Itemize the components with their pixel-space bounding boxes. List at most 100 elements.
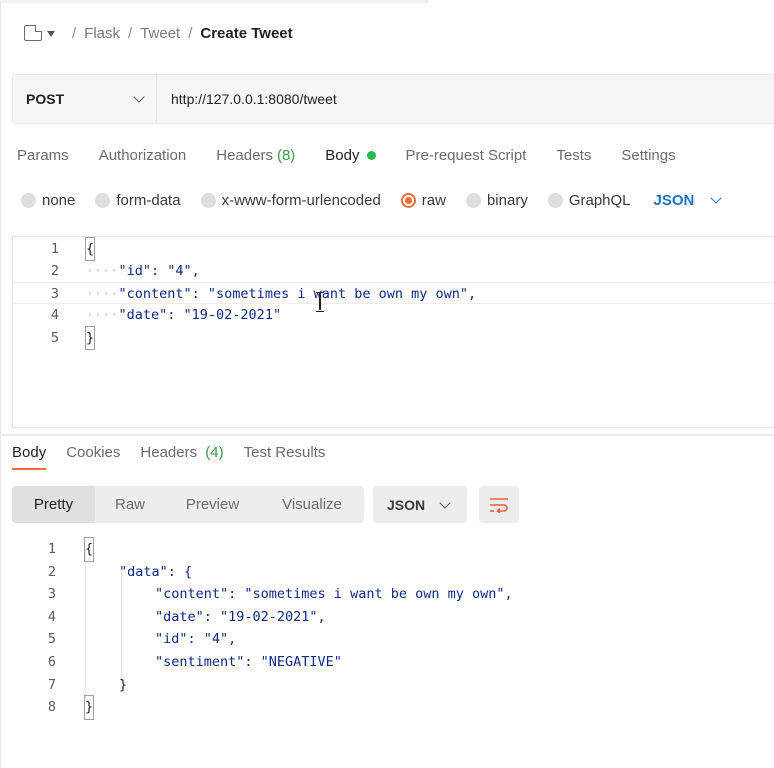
radio-graphql[interactable]: GraphQL (547, 191, 631, 209)
code-line: 7 } (12, 674, 774, 697)
chevron-down-icon (133, 91, 145, 103)
radio-label: binary (486, 191, 528, 209)
radio-circle-selected[interactable] (400, 192, 416, 208)
request-name[interactable]: Create Tweet (200, 25, 292, 42)
response-body-viewer[interactable]: 1 { 2 "data": { 3 "content": "sometimes … (12, 536, 774, 768)
radio-circle[interactable] (95, 192, 111, 208)
radio-label: GraphQL (568, 191, 631, 209)
line-number: 4 (50, 307, 59, 323)
dropdown-caret-icon[interactable] (47, 30, 55, 37)
method-select[interactable]: POST (13, 75, 157, 123)
code-line: 1 { (12, 537, 774, 562)
code-text: { (84, 237, 96, 261)
indent-dots: ···· (86, 286, 119, 302)
request-bar: POST http://127.0.0.1:8080/tweet (12, 74, 774, 124)
tab-params[interactable]: Params (17, 147, 69, 164)
tab-response-headers[interactable]: Headers (4) (140, 444, 223, 468)
wrap-lines-icon (490, 497, 508, 513)
code-line: 1 { (13, 237, 774, 261)
radio-circle[interactable] (21, 192, 36, 208)
line-number: 4 (47, 608, 56, 625)
radio-label: raw (421, 191, 446, 209)
breadcrumb-separator: / (188, 24, 193, 42)
body-format-label: JSON (653, 191, 695, 209)
view-visualize[interactable]: Visualize (260, 486, 364, 523)
breadcrumb-collection[interactable]: Flask (84, 25, 120, 42)
code-text: ····"id": "4", (86, 260, 200, 282)
url-input[interactable]: http://127.0.0.1:8080/tweet (157, 75, 774, 123)
tab-tests[interactable]: Tests (556, 147, 591, 164)
tab-label: Test Results (243, 444, 326, 461)
radio-form-data[interactable]: form-data (95, 191, 181, 209)
open-tab-edge[interactable] (427, 0, 774, 3)
response-tabs: Body Cookies Headers (4) Test Results (12, 444, 345, 474)
line-number: 2 (50, 263, 59, 279)
view-raw[interactable]: Raw (95, 486, 165, 523)
tab-response-body[interactable]: Body (12, 444, 47, 470)
tab-label: Params (17, 146, 69, 164)
indent-dots: ···· (86, 263, 119, 279)
pane-divider[interactable] (0, 434, 774, 436)
tab-label: Settings (621, 146, 676, 164)
wrap-lines-button[interactable] (479, 486, 519, 523)
code-text: ····"date": "19-02-2021" (86, 304, 281, 326)
radio-raw[interactable]: raw (400, 191, 446, 209)
request-tabs: Params Authorization Headers (8) Body Pre… (17, 142, 706, 168)
radio-x-www-form-urlencoded[interactable]: x-www-form-urlencoded (200, 191, 381, 209)
text-cursor-icon (316, 292, 324, 312)
radio-label: x-www-form-urlencoded (221, 191, 381, 209)
body-indicator-dot (366, 150, 376, 160)
breadcrumb-folder[interactable]: Tweet (140, 25, 180, 42)
body-format-select[interactable]: JSON (653, 191, 723, 209)
chevron-down-icon (710, 192, 723, 204)
code-line: 6 "sentiment": "NEGATIVE" (12, 651, 774, 674)
tab-headers[interactable]: Headers (8) (216, 147, 295, 164)
code-line: 2 ····"id": "4", (13, 260, 774, 282)
response-format-select[interactable]: JSON (373, 486, 467, 523)
code-line: 2 "data": { (12, 561, 774, 584)
view-pretty[interactable]: Pretty (12, 486, 95, 523)
breadcrumb-separator: / (72, 24, 77, 42)
code-line: 3 "content": "sometimes i want be own my… (12, 583, 774, 606)
tab-label: Authorization (98, 146, 187, 164)
code-line: 8 } (12, 695, 774, 720)
code-text: "content": "sometimes i want be own my o… (155, 586, 513, 603)
body-type-options: none form-data x-www-form-urlencoded raw… (21, 188, 723, 212)
line-number: 3 (50, 286, 59, 302)
code-line: 4 ····"date": "19-02-2021" (13, 304, 774, 326)
request-body-editor[interactable]: 1 { 2 ····"id": "4", 3 ····"content": "s… (12, 236, 774, 428)
tab-authorization[interactable]: Authorization (99, 147, 187, 164)
radio-binary[interactable]: binary (465, 191, 528, 209)
line-number: 1 (47, 541, 56, 557)
line-number: 3 (47, 586, 56, 603)
radio-circle[interactable] (200, 192, 216, 208)
tab-body[interactable]: Body (325, 146, 376, 164)
view-preview[interactable]: Preview (165, 486, 260, 523)
indent-dots: ···· (86, 307, 119, 323)
line-number: 5 (47, 631, 56, 648)
line-number: 1 (50, 241, 59, 257)
tab-label: Headers (216, 146, 273, 164)
json-text: "content": "sometimes i want be own my o… (118, 286, 477, 302)
tab-pre-request-script[interactable]: Pre-request Script (406, 147, 527, 164)
method-label: POST (26, 91, 65, 107)
tab-label: Body (325, 146, 360, 164)
radio-none[interactable]: none (21, 192, 75, 209)
tab-strip (0, 0, 774, 3)
tab-label: Tests (556, 146, 592, 164)
tab-label: Body (12, 444, 47, 461)
json-text: "date": "19-02-2021" (118, 307, 282, 323)
tab-cookies[interactable]: Cookies (66, 444, 120, 468)
tab-test-results[interactable]: Test Results (244, 444, 326, 468)
radio-circle[interactable] (547, 192, 563, 208)
line-number: 2 (47, 563, 56, 580)
radio-circle[interactable] (465, 192, 481, 208)
breadcrumb-separator: / (128, 24, 133, 42)
code-line: 5 "id": "4", (12, 628, 774, 651)
radio-label: form-data (116, 191, 181, 209)
line-number: 7 (47, 676, 56, 693)
collection-icon[interactable] (24, 25, 42, 41)
tab-settings[interactable]: Settings (621, 147, 675, 164)
tab-label: Pre-request Script (405, 146, 527, 164)
radio-label: none (42, 191, 76, 209)
